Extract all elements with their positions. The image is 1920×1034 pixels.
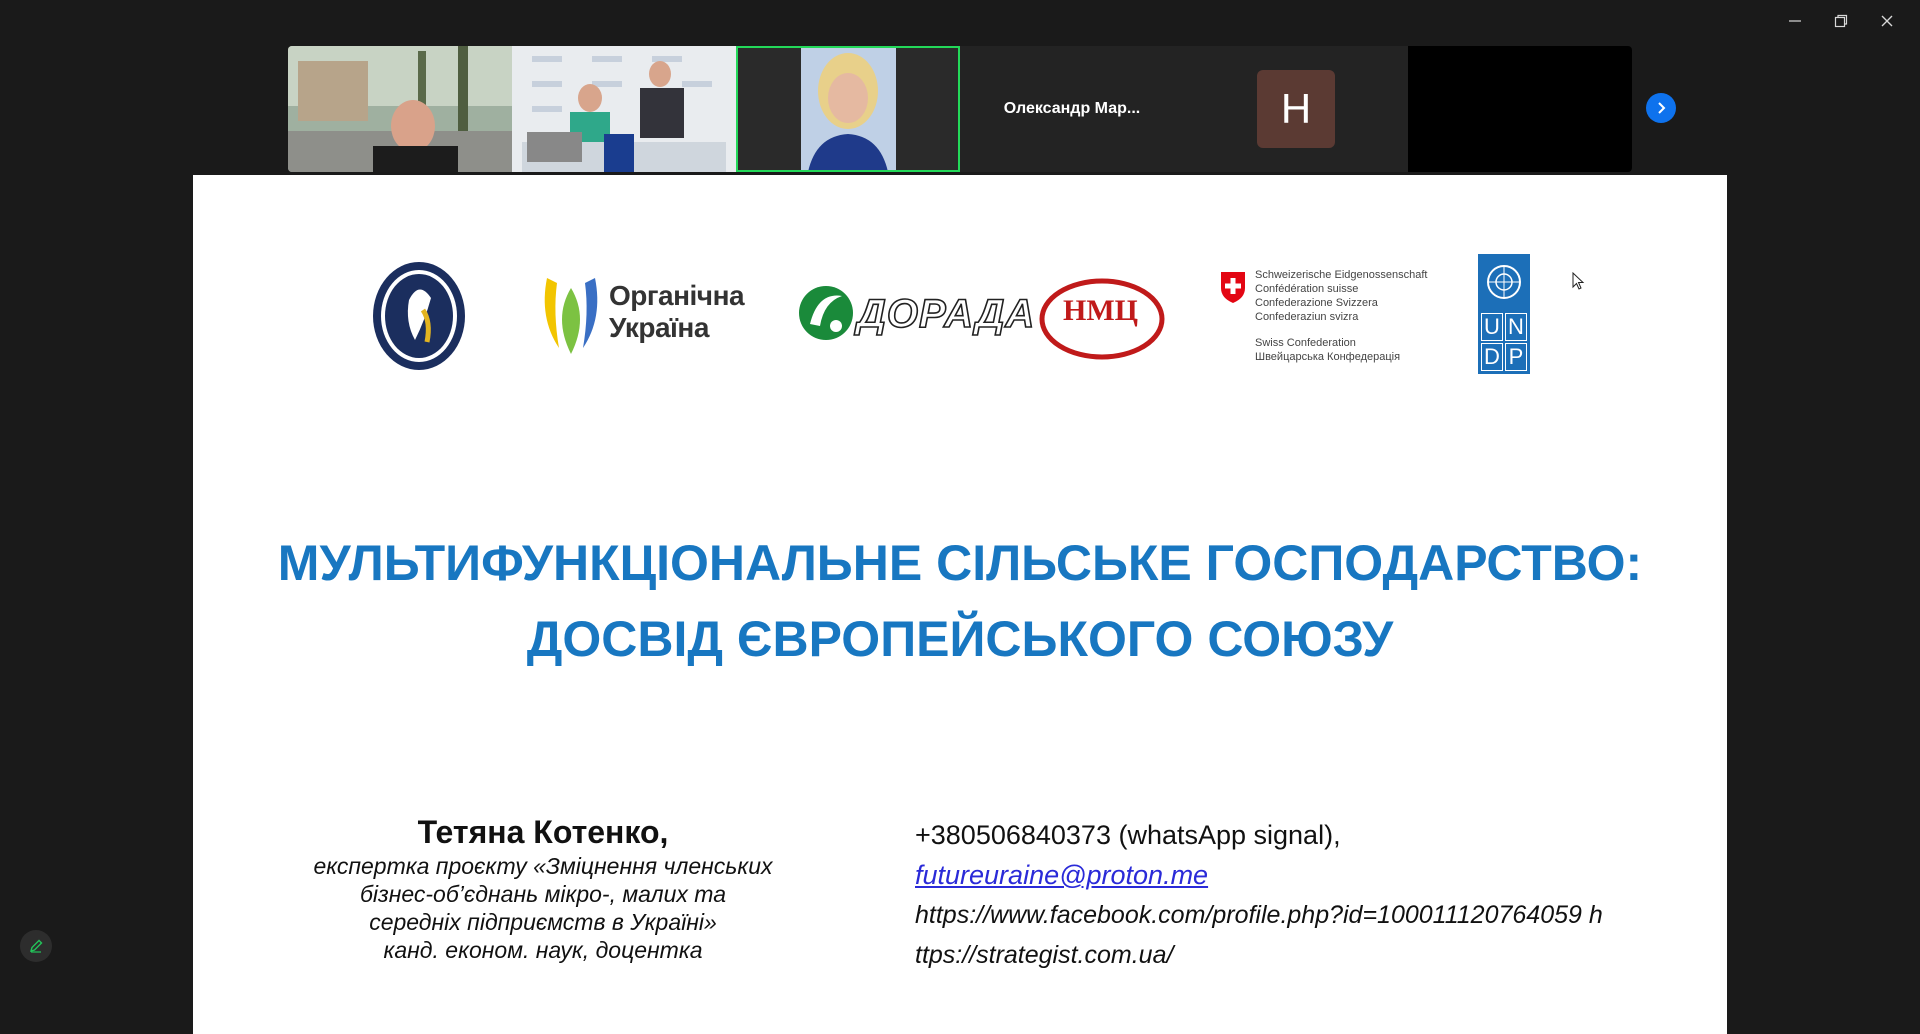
swiss-line: Швейцарська Конфедерація [1255, 351, 1401, 363]
participant-video-3-active[interactable] [736, 46, 960, 172]
speaker-desc-line: експертка проєкту «Зміцнення членських [313, 853, 773, 879]
organic-ukraine-text: Органічна Україна [609, 280, 745, 344]
shared-slide: Органічна Україна ДОРАДА НМЦ Schweizeris… [193, 175, 1727, 1034]
participant-empty-tile[interactable] [1408, 46, 1632, 172]
slide-title: МУЛЬТИФУНКЦІОНАЛЬНЕ СІЛЬСЬКЕ ГОСПОДАРСТВ… [193, 525, 1727, 677]
contact-block: +380506840373 (whatsApp signal), futureu… [915, 815, 1715, 975]
site-url-text: ttps://strategist.com.ua/ [915, 941, 1174, 969]
association-emblem-logo [373, 262, 465, 370]
organic-line1: Органічна [609, 280, 745, 311]
restore-icon [1834, 14, 1848, 28]
close-icon [1881, 15, 1893, 27]
email-link[interactable]: futureuraine@proton.me [915, 855, 1715, 895]
phone-text: +380506840373 (whatsApp signal), [915, 820, 1341, 850]
avatar: Н [1257, 70, 1335, 148]
minimize-button[interactable] [1772, 6, 1818, 36]
swiss-line: Confederazione Svizzera [1255, 297, 1378, 309]
swiss-line: Confederaziun svizra [1255, 311, 1359, 323]
restore-button[interactable] [1818, 6, 1864, 36]
window-controls [1772, 6, 1910, 36]
participant-name: Олександр Мар... [1003, 100, 1141, 117]
swiss-line: Schweizerische Eidgenossenschaft [1255, 269, 1428, 281]
speaker-name: Тетяна Котенко, [417, 814, 669, 850]
organic-line2: Україна [609, 312, 709, 343]
slide-title-line1: МУЛЬТИФУНКЦІОНАЛЬНЕ СІЛЬСЬКЕ ГОСПОДАРСТВ… [277, 535, 1643, 591]
undp-letter: N [1505, 313, 1527, 341]
swiss-line: Swiss Confederation [1255, 337, 1356, 349]
swiss-text: Schweizerische Eidgenossenschaft Confédé… [1255, 268, 1427, 364]
dorada-swirl-logo [799, 286, 853, 340]
participant-video-1[interactable] [288, 46, 512, 172]
speaker-block: Тетяна Котенко, експертка проєкту «Зміцн… [283, 812, 803, 964]
undp-letter: P [1505, 343, 1527, 371]
minimize-icon [1789, 20, 1801, 22]
swiss-shield-logo [1221, 272, 1245, 303]
participant-strip: Олександр Мар... Н [288, 46, 1632, 172]
undp-logo: U N D P [1478, 254, 1530, 374]
swiss-line: Confédération suisse [1255, 283, 1359, 295]
video-feed [512, 46, 736, 172]
organic-ukraine-logo [544, 278, 598, 354]
next-participants-button[interactable] [1646, 93, 1676, 123]
video-feed [288, 46, 512, 172]
speaker-desc-line: бізнес-об’єднань мікро-, малих та [359, 881, 727, 907]
chevron-right-icon [1658, 102, 1666, 114]
un-emblem-icon [1487, 265, 1521, 299]
facebook-url-text: https://www.facebook.com/profile.php?id=… [915, 901, 1603, 929]
undp-letter: D [1481, 343, 1503, 371]
participant-avatar-tile[interactable]: Н [1184, 46, 1408, 172]
speaker-description: експертка проєкту «Зміцнення членських б… [283, 852, 803, 964]
close-button[interactable] [1864, 6, 1910, 36]
annotate-button[interactable] [20, 930, 52, 962]
undp-letter: U [1481, 313, 1503, 341]
pencil-icon [29, 939, 43, 953]
nmc-text: НМЦ [1063, 294, 1138, 327]
video-feed [736, 46, 960, 172]
speaker-desc-line: канд. економ. наук, доцентка [383, 937, 703, 963]
slide-title-line2: ДОСВІД ЄВРОПЕЙСЬКОГО СОЮЗУ [526, 611, 1394, 667]
dorada-text: ДОРАДА [856, 291, 1036, 337]
mouse-cursor-icon [1572, 272, 1585, 290]
partner-logos: Органічна Україна ДОРАДА НМЦ Schweizeris… [193, 254, 1727, 380]
speaker-desc-line: середніх підприємств в Україні» [369, 909, 717, 935]
participant-name-tile[interactable]: Олександр Мар... [960, 46, 1184, 172]
participant-video-2[interactable] [512, 46, 736, 172]
